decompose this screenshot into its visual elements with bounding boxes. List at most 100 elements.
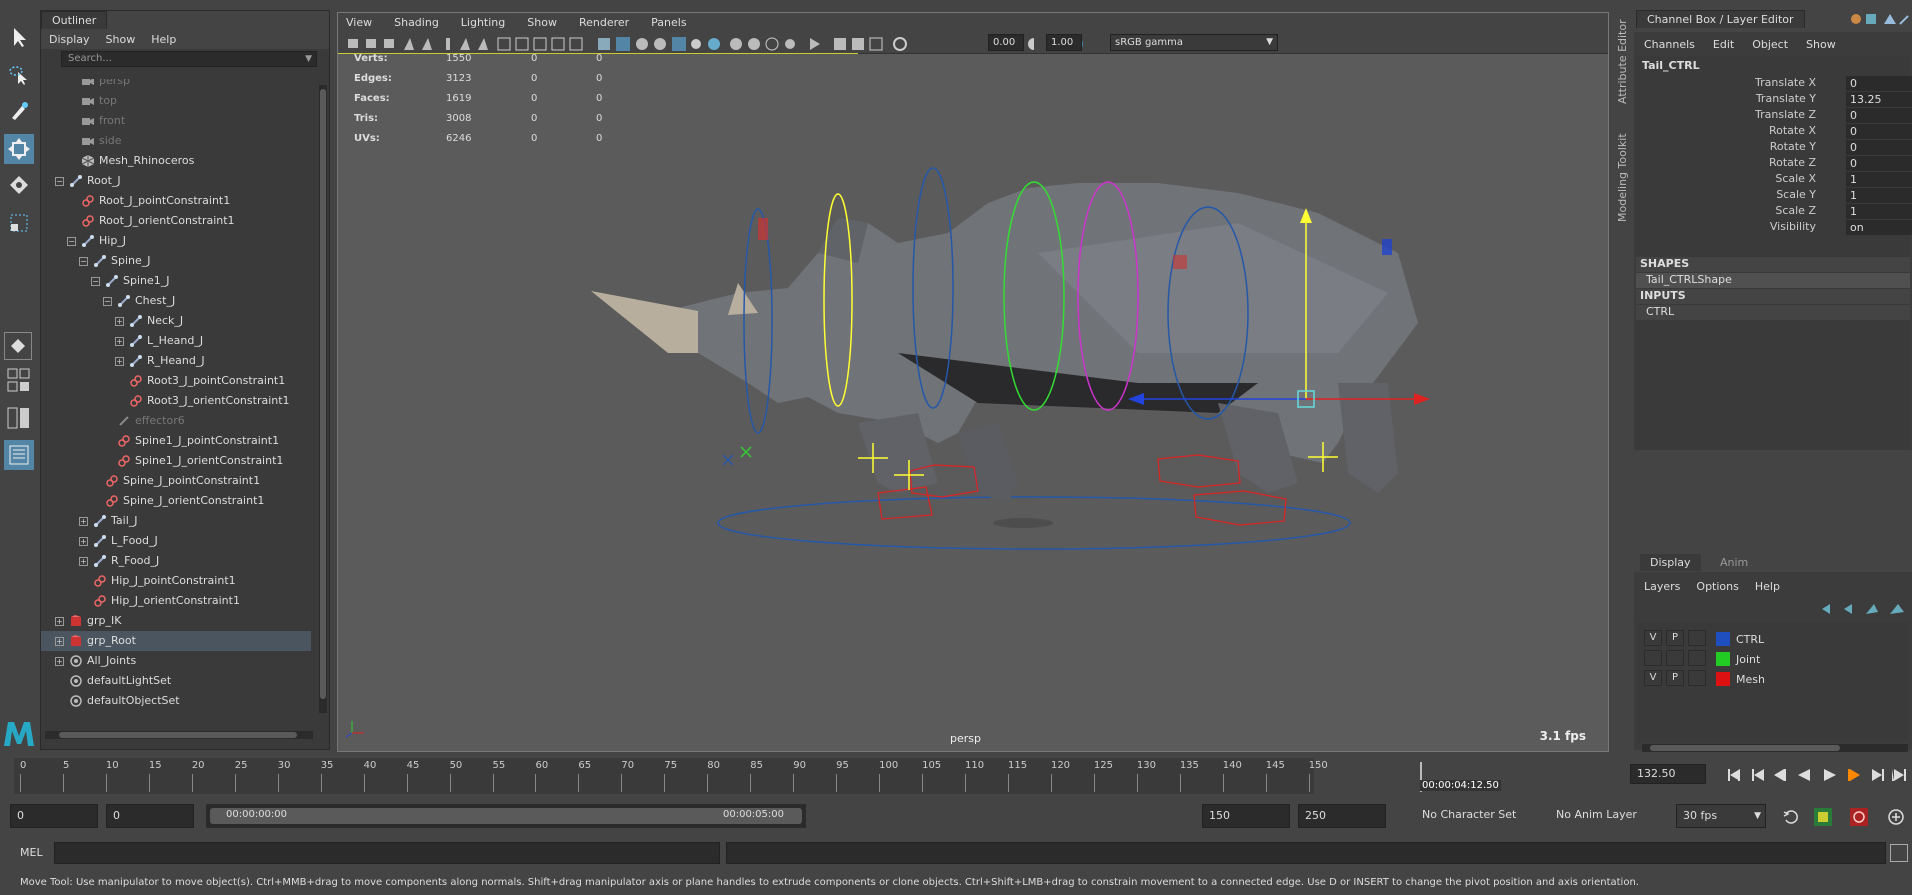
layer-visibility-toggle[interactable]: V <box>1644 670 1662 686</box>
search-dropdown-icon[interactable]: ▼ <box>305 52 312 66</box>
channel-value[interactable]: 1 <box>1846 188 1912 203</box>
outliner-item[interactable]: Root3_J_orientConstraint1 <box>41 391 311 411</box>
outliner-item[interactable]: − Spine1_J <box>41 271 311 291</box>
expand-toggle-icon[interactable]: + <box>115 317 124 326</box>
outliner-item[interactable]: side <box>41 131 311 151</box>
animation-end-field[interactable]: 250 <box>1298 804 1386 828</box>
outliner-vscrollbar[interactable] <box>319 85 327 713</box>
outliner-item[interactable]: Spine_J_orientConstraint1 <box>41 491 311 511</box>
expand-toggle-icon[interactable]: + <box>115 357 124 366</box>
expand-toggle-icon[interactable]: + <box>79 557 88 566</box>
viewport-menu-show[interactable]: Show <box>527 16 557 29</box>
viewport-scene[interactable] <box>338 53 1610 751</box>
shape-item[interactable]: Tail_CTRLShape <box>1636 273 1910 288</box>
outliner-item[interactable]: Spine1_J_orientConstraint1 <box>41 451 311 471</box>
animation-start-field[interactable]: 0 <box>10 804 98 828</box>
channel-box-tab[interactable]: Channel Box / Layer Editor <box>1636 10 1805 28</box>
channel-value[interactable]: 0 <box>1846 156 1912 171</box>
outliner-item[interactable]: Spine_J_pointConstraint1 <box>41 471 311 491</box>
cb-menu-edit[interactable]: Edit <box>1713 38 1734 51</box>
outliner-hscrollbar[interactable] <box>45 731 313 739</box>
collapse-toggle-icon[interactable]: − <box>79 257 88 266</box>
channel-row[interactable]: Scale X 1 <box>1636 172 1912 188</box>
outliner-item[interactable]: + R_Heand_J <box>41 351 311 371</box>
channel-row[interactable]: Scale Y 1 <box>1636 188 1912 204</box>
outliner-item[interactable]: Hip_J_orientConstraint1 <box>41 591 311 611</box>
collapse-toggle-icon[interactable]: − <box>91 277 100 286</box>
four-view-layout-icon[interactable] <box>4 366 34 396</box>
time-ruler[interactable]: 0 5 10 15 20 25 30 35 40 45 50 55 60 65 70 75 80 85 90 95 10… <box>14 758 1328 794</box>
playback-controls[interactable] <box>1724 766 1910 784</box>
layer-color-swatch[interactable] <box>1716 672 1730 686</box>
outliner-item[interactable]: persp <box>41 79 311 91</box>
cb-menu-object[interactable]: Object <box>1752 38 1788 51</box>
expand-toggle-icon[interactable]: + <box>55 637 64 646</box>
input-item[interactable]: CTRL <box>1636 305 1910 320</box>
viewport-menu-panels[interactable]: Panels <box>651 16 686 29</box>
outliner-item[interactable]: Hip_J_pointConstraint1 <box>41 571 311 591</box>
channel-value[interactable]: 1 <box>1846 172 1912 187</box>
outliner-item[interactable]: − Spine_J <box>41 251 311 271</box>
channel-value[interactable]: 0 <box>1846 124 1912 139</box>
viewport-menu-view[interactable]: View <box>346 16 372 29</box>
layer-playback-toggle[interactable]: P <box>1666 630 1684 646</box>
expand-toggle-icon[interactable]: + <box>55 657 64 666</box>
channel-row[interactable]: Rotate Y 0 <box>1636 140 1912 156</box>
collapse-toggle-icon[interactable]: − <box>103 297 112 306</box>
channel-row[interactable]: Translate Z 0 <box>1636 108 1912 124</box>
layer-color-swatch[interactable] <box>1716 652 1730 666</box>
outliner-menu-help[interactable]: Help <box>151 33 176 46</box>
layer-row[interactable]: Joint <box>1638 650 1910 670</box>
layer-menu-options[interactable]: Options <box>1696 580 1738 593</box>
viewport-panel[interactable]: View Shading Lighting Show Renderer Pane… <box>337 12 1609 752</box>
move-tool-icon[interactable] <box>4 134 34 164</box>
channel-value[interactable]: 0 <box>1846 108 1912 123</box>
outliner-item[interactable]: Root_J_pointConstraint1 <box>41 191 311 211</box>
layer-playback-toggle[interactable]: P <box>1666 670 1684 686</box>
playback-end-field[interactable]: 150 <box>1202 804 1290 828</box>
outliner-item[interactable]: + grp_Root <box>41 631 311 651</box>
range-slider[interactable]: 00:00:00:00 00:00:05:00 <box>206 804 806 828</box>
playback-start-field[interactable]: 0 <box>106 804 194 828</box>
scale-tool-icon[interactable] <box>4 208 34 238</box>
single-view-layout-icon[interactable] <box>4 332 32 360</box>
channel-row[interactable]: Translate X 0 <box>1636 76 1912 92</box>
outliner-item[interactable]: top <box>41 91 311 111</box>
layer-tab-anim[interactable]: Anim <box>1712 554 1756 571</box>
channel-value[interactable]: 0 <box>1846 140 1912 155</box>
layer-color-swatch[interactable] <box>1716 632 1730 646</box>
layer-playback-toggle[interactable] <box>1666 650 1684 666</box>
modeling-toolkit-tab[interactable]: Modeling Toolkit <box>1616 133 1629 222</box>
channel-row[interactable]: Translate Y 13.25 <box>1636 92 1912 108</box>
outliner-item[interactable]: Spine1_J_pointConstraint1 <box>41 431 311 451</box>
lasso-tool-icon[interactable] <box>4 60 34 90</box>
outliner-item[interactable]: − Root_J <box>41 171 311 191</box>
cb-menu-show[interactable]: Show <box>1806 38 1836 51</box>
channel-value[interactable]: 0 <box>1846 76 1912 91</box>
paint-select-tool-icon[interactable] <box>4 96 34 126</box>
current-frame-field[interactable]: 132.50 <box>1630 764 1706 784</box>
outliner-item[interactable]: effector6 <box>41 411 311 431</box>
layer-display-type-toggle[interactable] <box>1688 650 1706 666</box>
collapse-toggle-icon[interactable]: − <box>55 177 64 186</box>
mel-label[interactable]: MEL <box>20 846 43 859</box>
channel-row[interactable]: Visibility on <box>1636 220 1912 236</box>
color-space-select[interactable]: sRGB gamma ▼ <box>1110 34 1278 51</box>
channel-value[interactable]: on <box>1846 220 1912 235</box>
outliner-item[interactable]: defaultObjectSet <box>41 691 311 711</box>
outliner-item[interactable]: Root3_J_pointConstraint1 <box>41 371 311 391</box>
layer-menu-layers[interactable]: Layers <box>1644 580 1680 593</box>
channel-value[interactable]: 13.25 <box>1846 92 1912 107</box>
outliner-item[interactable]: + L_Heand_J <box>41 331 311 351</box>
outliner-item[interactable]: defaultLightSet <box>41 671 311 691</box>
outliner-item[interactable]: front <box>41 111 311 131</box>
outliner-item[interactable]: − Hip_J <box>41 231 311 251</box>
channel-row[interactable]: Rotate Z 0 <box>1636 156 1912 172</box>
outliner-menu-display[interactable]: Display <box>49 33 90 46</box>
panel-splitter[interactable] <box>1634 450 1912 458</box>
gamma-field[interactable]: 1.00 <box>1046 34 1082 51</box>
layer-row[interactable]: V P Mesh <box>1638 670 1910 690</box>
outliner-item[interactable]: + grp_IK <box>41 611 311 631</box>
expand-toggle-icon[interactable]: + <box>115 337 124 346</box>
collapse-toggle-icon[interactable]: − <box>67 237 76 246</box>
